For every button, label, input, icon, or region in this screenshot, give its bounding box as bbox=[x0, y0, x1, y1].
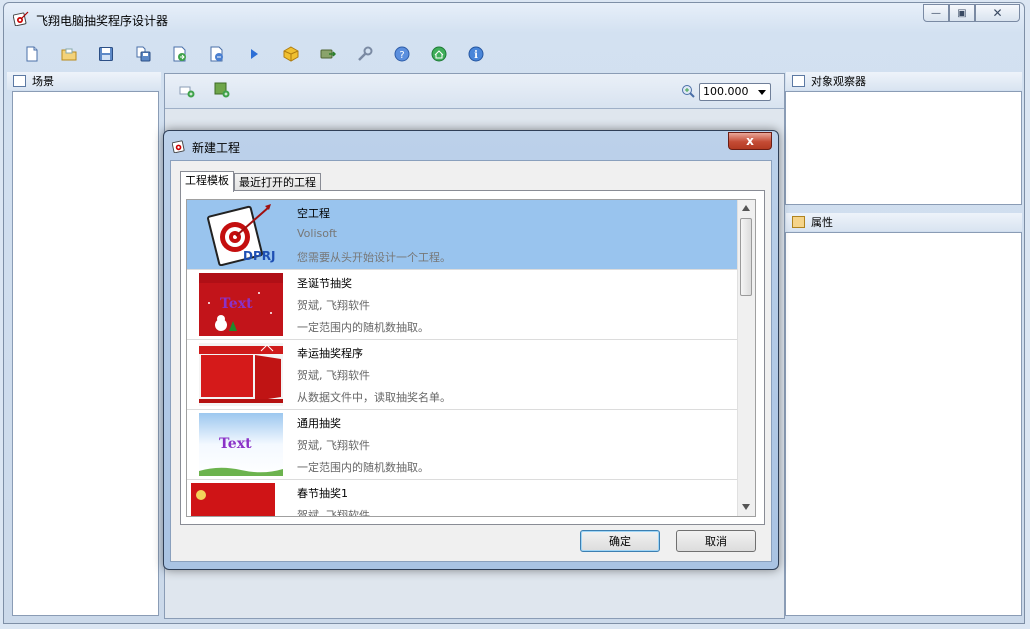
template-list[interactable]: DPRJ 空工程 Volisoft 您需要从头开始设计一个工程。 Text 圣诞… bbox=[186, 199, 756, 517]
object-browser-title: 对象观察器 bbox=[811, 75, 866, 88]
scroll-up-icon[interactable] bbox=[742, 205, 750, 211]
dialog-close-button[interactable]: x bbox=[728, 132, 772, 150]
template-author: 贺斌, 飞翔软件 bbox=[297, 299, 370, 312]
new-icon[interactable] bbox=[24, 46, 40, 62]
zoom-select[interactable]: 100.000 bbox=[699, 83, 771, 101]
package-icon[interactable] bbox=[283, 46, 299, 62]
export-icon[interactable] bbox=[209, 46, 225, 62]
minimize-button[interactable]: — bbox=[923, 4, 949, 22]
template-name: 幸运抽奖程序 bbox=[297, 347, 363, 360]
object-browser-icon bbox=[792, 75, 805, 87]
open-icon[interactable] bbox=[61, 46, 77, 62]
scene-panel-header: 场景 bbox=[7, 72, 161, 90]
template-description: 从数据文件中，读取抽奖名单。 bbox=[297, 391, 451, 404]
ok-button[interactable]: 确定 bbox=[580, 530, 660, 552]
dialog-app-icon bbox=[172, 140, 185, 153]
template-author: 贺斌, 飞翔软件 bbox=[297, 509, 370, 517]
maximize-button[interactable]: ▣ bbox=[949, 4, 975, 22]
template-author: 贺斌, 飞翔软件 bbox=[297, 369, 370, 382]
thumb-label: DPRJ bbox=[243, 249, 276, 263]
scene-panel-icon bbox=[13, 75, 26, 87]
zoom-value: 100.000 bbox=[703, 85, 749, 98]
properties-title: 属性 bbox=[811, 216, 833, 229]
list-item[interactable]: 幸运抽奖程序 贺斌, 飞翔软件 从数据文件中，读取抽奖名单。 bbox=[187, 340, 739, 410]
dialog-body: 工程模板 最近打开的工程 DPRJ 空工程 Volisoft 您需要从头开始设计 bbox=[170, 160, 772, 562]
new-project-dialog: 新建工程 x 工程模板 最近打开的工程 DPRJ 空工程 Volisoft 您需… bbox=[163, 130, 779, 570]
svg-text:?: ? bbox=[399, 50, 404, 61]
properties-header: 属性 bbox=[786, 213, 1022, 231]
list-item[interactable]: Text 通用抽奖 贺斌, 飞翔软件 一定范围内的随机数抽取。 bbox=[187, 410, 739, 480]
info-icon[interactable]: i bbox=[468, 46, 484, 62]
settings-wrench-icon[interactable] bbox=[357, 46, 373, 62]
zoom-icon bbox=[682, 85, 695, 98]
add-image-icon[interactable] bbox=[214, 82, 230, 98]
thumb-label: Text bbox=[220, 296, 253, 312]
properties-panel[interactable] bbox=[785, 232, 1022, 616]
home-icon[interactable] bbox=[431, 46, 447, 62]
svg-text:i: i bbox=[474, 50, 478, 61]
object-browser-panel[interactable] bbox=[785, 91, 1022, 205]
template-name: 圣诞节抽奖 bbox=[297, 277, 352, 290]
spring-festival-thumbnail bbox=[191, 483, 275, 516]
template-name: 空工程 bbox=[297, 207, 330, 220]
app-logo-icon bbox=[13, 11, 29, 26]
caption-buttons: — ▣ ✕ bbox=[923, 4, 1020, 24]
scroll-down-icon[interactable] bbox=[742, 504, 750, 510]
lucky-draw-thumbnail bbox=[199, 343, 283, 406]
dialog-title: 新建工程 bbox=[192, 141, 241, 155]
title-bar: 飞翔电脑抽奖程序设计器 — ▣ ✕ bbox=[4, 3, 1024, 33]
templates-tab-pane: DPRJ 空工程 Volisoft 您需要从头开始设计一个工程。 Text 圣诞… bbox=[180, 190, 765, 525]
template-name: 春节抽奖1 bbox=[297, 487, 348, 500]
dialog-tabs: 工程模板 最近打开的工程 bbox=[180, 171, 321, 192]
template-description: 一定范围内的随机数抽取。 bbox=[297, 461, 429, 474]
main-toolbar: ? i bbox=[6, 39, 1022, 69]
run-icon[interactable] bbox=[246, 46, 262, 62]
template-author: Volisoft bbox=[297, 227, 337, 240]
chevron-down-icon bbox=[758, 90, 766, 95]
properties-icon bbox=[792, 216, 805, 228]
design-toolbar: 100.000 bbox=[165, 74, 784, 109]
help-icon[interactable]: ? bbox=[394, 46, 410, 62]
scrollbar-thumb[interactable] bbox=[740, 218, 752, 296]
template-description: 您需要从头开始设计一个工程。 bbox=[297, 251, 451, 264]
scene-panel[interactable] bbox=[12, 91, 159, 616]
list-item[interactable]: DPRJ 空工程 Volisoft 您需要从头开始设计一个工程。 bbox=[187, 200, 739, 270]
template-description: 一定范围内的随机数抽取。 bbox=[297, 321, 429, 334]
list-scrollbar[interactable] bbox=[737, 200, 755, 516]
add-scene-icon[interactable] bbox=[179, 84, 195, 98]
template-name: 通用抽奖 bbox=[297, 417, 341, 430]
close-button[interactable]: ✕ bbox=[975, 4, 1020, 22]
save-icon[interactable] bbox=[98, 46, 114, 62]
cancel-button[interactable]: 取消 bbox=[676, 530, 756, 552]
publish-icon[interactable] bbox=[320, 46, 336, 62]
list-item[interactable]: Text 圣诞节抽奖 贺斌, 飞翔软件 一定范围内的随机数抽取。 bbox=[187, 270, 739, 340]
list-item[interactable]: 春节抽奖1 贺斌, 飞翔软件 bbox=[187, 480, 739, 517]
thumb-label: Text bbox=[219, 436, 252, 452]
object-browser-header: 对象观察器 bbox=[786, 72, 1022, 90]
template-author: 贺斌, 飞翔软件 bbox=[297, 439, 370, 452]
import-icon[interactable] bbox=[172, 46, 188, 62]
window-title: 飞翔电脑抽奖程序设计器 bbox=[36, 14, 169, 28]
scene-panel-title: 场景 bbox=[32, 75, 54, 88]
tab-templates[interactable]: 工程模板 bbox=[180, 171, 234, 192]
save-as-icon[interactable] bbox=[135, 46, 151, 62]
